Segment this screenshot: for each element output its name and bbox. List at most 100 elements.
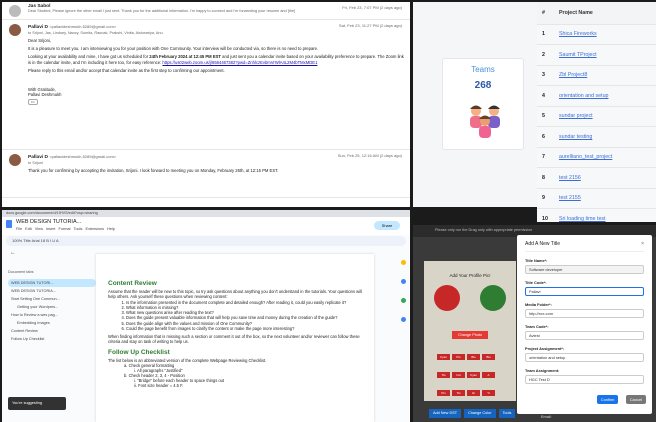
project-link[interactable]: Saumit TProject: [559, 52, 597, 58]
project-name-cell: sundar testing: [559, 126, 656, 148]
color-tile[interactable]: Cst: [452, 372, 465, 378]
avatar-female-icon[interactable]: [434, 285, 460, 311]
document-title[interactable]: WEB DESIGN TUTORIA...: [16, 219, 81, 225]
outline-item[interactable]: WEB DESIGN TUTORIA...: [8, 287, 96, 295]
color-tile[interactable]: Cyan: [437, 354, 450, 360]
project-link[interactable]: sundar project: [559, 113, 593, 119]
color-tile[interactable]: A: [482, 372, 495, 378]
collapsed-message[interactable]: Jas Sabol Dear Student, Please ignore th…: [2, 2, 410, 20]
bottom-button[interactable]: Tools: [498, 409, 516, 418]
outline-item[interactable]: Follow Up Checklist: [8, 335, 96, 343]
confirm-button[interactable]: Confirm: [596, 395, 619, 404]
bottom-button[interactable]: Add New DST: [429, 409, 462, 418]
field-label: Project Assignment*:: [525, 346, 565, 351]
keep-icon[interactable]: [401, 260, 406, 265]
zoom-link[interactable]: https://us02web.zoom.us/j/8584467382?pwd…: [162, 60, 317, 65]
project-table: # Project Name 1 Shica Fireworks 2 Saumit T…: [537, 2, 656, 222]
outline-item[interactable]: Getting your Wordpres...: [8, 303, 96, 311]
outline-item[interactable]: How to Review a wes pag...: [8, 311, 96, 319]
share-button[interactable]: Share: [374, 221, 400, 230]
color-tile[interactable]: Cyan: [467, 372, 480, 378]
color-tile[interactable]: Pin: [437, 390, 450, 396]
message-date: Fri, Feb 23, 7:07 PM (2 days ago): [342, 5, 402, 10]
row-number: 6: [537, 126, 559, 148]
project-link[interactable]: orientation and setup: [559, 93, 608, 99]
browser-address-bar[interactable]: docs.google.com/document/d/1fHVS/edit?us…: [2, 210, 410, 217]
outline-item[interactable]: Content Review: [8, 327, 96, 335]
form-field: Team Assignment: HGC Test D: [525, 368, 644, 384]
avatar: [9, 154, 21, 166]
table-row[interactable]: 7 aurelliano_test_project: [537, 147, 656, 168]
project-link[interactable]: sundar testing: [559, 134, 592, 140]
table-row[interactable]: 10 Sri loading time test: [537, 208, 656, 222]
table-row[interactable]: 3 Zbl Project8: [537, 65, 656, 86]
dialog-fields: Title Name*: Software developer Title Code…: [525, 258, 644, 384]
field-input[interactable]: Pallavi: [525, 287, 644, 296]
project-link[interactable]: test 2156: [559, 175, 581, 181]
suggesting-toast: You're suggesting: [8, 397, 66, 410]
contacts-icon[interactable]: [401, 298, 406, 303]
table-row[interactable]: 1 Shica Fireworks: [537, 24, 656, 45]
field-input[interactable]: Software developer: [525, 265, 644, 274]
color-tile[interactable]: Blu: [482, 354, 495, 360]
teams-card[interactable]: Teams 268: [442, 58, 524, 150]
column-header-project-name: Project Name: [559, 2, 656, 25]
project-link[interactable]: Sri loading time test: [559, 216, 606, 222]
form-field: Team Code*: Avtest: [525, 324, 644, 340]
project-name-cell: Zbl Project8: [559, 65, 656, 86]
profile-heading: Add Your Profile Pic!: [449, 273, 491, 278]
sender-name: Pallavi D: [28, 25, 48, 30]
table-row[interactable]: 9 test 2155: [537, 188, 656, 209]
cancel-button[interactable]: Cancel: [625, 395, 646, 404]
docs-logo-icon[interactable]: [6, 220, 12, 228]
outline-item[interactable]: WEB DESIGN TUTORI...: [8, 279, 96, 287]
field-input[interactable]: orientation and setup: [525, 353, 644, 362]
project-name-cell: aurelliano_test_project: [559, 147, 656, 168]
row-number: 10: [537, 208, 559, 222]
bottom-button[interactable]: Change Color: [464, 409, 496, 418]
document-page[interactable]: Content Review Assume that the reader wi…: [96, 254, 374, 422]
maps-icon[interactable]: [401, 317, 406, 322]
color-tile[interactable]: Pin: [452, 354, 465, 360]
heading-content-review: Content Review: [108, 280, 157, 287]
color-tile[interactable]: Blu: [467, 354, 480, 360]
color-tile[interactable]: Tst: [437, 372, 450, 378]
table-row[interactable]: 6 sundar testing: [537, 126, 656, 148]
table-row[interactable]: 8 test 2156: [537, 167, 656, 189]
table-row[interactable]: 5 sundar project: [537, 106, 656, 127]
change-photo-button[interactable]: Change Photo: [452, 331, 488, 339]
project-link[interactable]: Shica Fireworks: [559, 31, 597, 37]
project-link[interactable]: Zbl Project8: [559, 72, 587, 78]
message-body: Thank you for confirming by accepting th…: [28, 168, 404, 173]
recipients[interactable]: to Srijoni: [28, 161, 404, 165]
field-input[interactable]: http://xxx.com: [525, 309, 644, 318]
docs-toolbar[interactable]: 100% Title Arial 18 B I U A: [6, 236, 406, 246]
outline-item[interactable]: Start Setting One Commun...: [8, 295, 96, 303]
project-link[interactable]: aurelliano_test_project: [559, 154, 612, 160]
color-tile[interactable]: Yi: [482, 390, 495, 396]
project-link[interactable]: test 2155: [559, 195, 581, 201]
table-row[interactable]: 4 orientation and setup: [537, 85, 656, 107]
expanded-message: Pallavi D <pallavideshmukh.5289@gmail.co…: [2, 20, 410, 150]
list-item: Does the guide present valuable informat…: [126, 315, 362, 320]
recipients[interactable]: to Srijoni, Jas, Lindsey, Nancy, Sumita,…: [28, 31, 404, 35]
back-arrow-icon[interactable]: ←: [10, 250, 16, 256]
field-label: Team Assignment:: [525, 368, 560, 373]
field-input[interactable]: HGC Test D: [525, 375, 644, 384]
row-number: 3: [537, 65, 559, 86]
avatar-male-icon[interactable]: [480, 285, 506, 311]
color-tile[interactable]: Gr: [467, 390, 480, 396]
footer-label: Email:: [541, 415, 552, 419]
table-row[interactable]: 2 Saumit TProject: [537, 44, 656, 66]
docs-menu-bar[interactable]: File Edit View Insert Format Tools Exten…: [16, 227, 115, 231]
outline-item[interactable]: Embedding Images: [8, 319, 96, 327]
field-input[interactable]: Avtest: [525, 331, 644, 340]
show-trimmed-button[interactable]: •••: [28, 99, 38, 106]
color-tile-grid: Cyan Pin Blu BluTst Cst Cyan APin Tst Gr Yi: [436, 345, 506, 399]
bottom-button-row: Add New DST Change Color Tools: [429, 401, 518, 419]
expanded-message: Pallavi D <pallavideshmukh.5289@gmail.co…: [2, 150, 410, 198]
tasks-icon[interactable]: [401, 279, 406, 284]
message-body: Dear Srijoni, It is a pleasure to meet y…: [28, 38, 404, 106]
close-icon[interactable]: ×: [641, 241, 644, 247]
color-tile[interactable]: Tst: [452, 390, 465, 396]
